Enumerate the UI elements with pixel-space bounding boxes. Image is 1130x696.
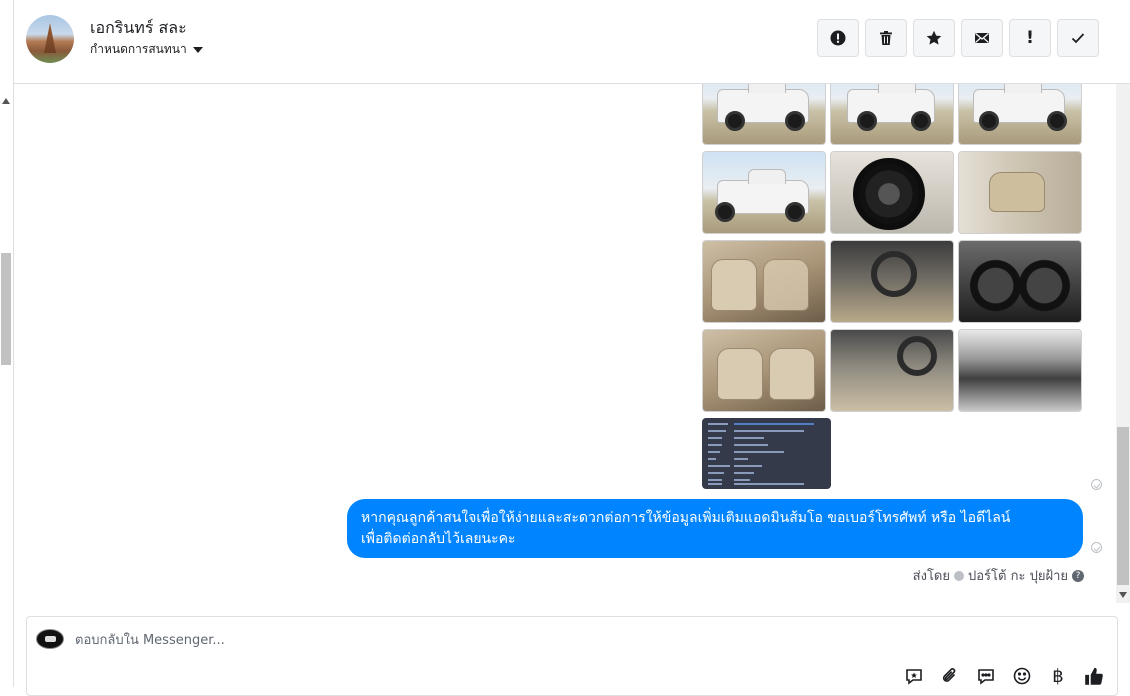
- reply-input[interactable]: [75, 629, 675, 651]
- sent-by-info: ส่งโดย ปอร์โต้ กะ ปุยฝ้าย ?: [913, 565, 1084, 586]
- contact-name[interactable]: เอกรินทร์ สละ: [90, 16, 187, 41]
- payment-button[interactable]: ฿: [1047, 665, 1069, 687]
- scrollbar-thumb[interactable]: [1, 253, 11, 365]
- exclamation-icon: !: [1026, 28, 1034, 48]
- car-photo[interactable]: [830, 329, 954, 412]
- scroll-down-arrow-icon[interactable]: [1119, 592, 1127, 598]
- conversation-header: เอกรินทร์ สละ กำหนดการสนทนา !: [14, 0, 1130, 84]
- sent-by-agent[interactable]: ปอร์โต้ กะ ปุยฝ้าย: [968, 565, 1068, 586]
- page-badge-icon: [954, 570, 964, 581]
- like-button[interactable]: [1083, 665, 1105, 687]
- left-panel-scrollbar[interactable]: [0, 0, 14, 687]
- chat-bubble-icon: [978, 669, 994, 685]
- car-photo[interactable]: [830, 240, 954, 323]
- attachment-icon: [942, 668, 956, 682]
- car-photo[interactable]: [702, 151, 826, 234]
- car-photo[interactable]: [958, 84, 1082, 145]
- car-photo[interactable]: [702, 240, 826, 323]
- mark-unread-button[interactable]: [961, 19, 1003, 57]
- star-icon: [926, 30, 942, 45]
- thread-scrollbar[interactable]: [1116, 84, 1130, 603]
- trash-icon: [880, 31, 892, 45]
- message-text-line: เพื่อติดต่อกลับไว้เลยนะคะ: [361, 531, 516, 547]
- mark-important-button[interactable]: [817, 19, 859, 57]
- flag-spam-button[interactable]: !: [1009, 19, 1051, 57]
- header-actions: !: [817, 19, 1099, 57]
- caret-down-icon: [192, 46, 203, 53]
- car-photo[interactable]: [702, 84, 826, 145]
- saved-replies-button[interactable]: [903, 665, 925, 687]
- mark-done-button[interactable]: [1057, 19, 1099, 57]
- help-icon[interactable]: ?: [1072, 569, 1084, 582]
- scrollbar-thumb[interactable]: [1117, 427, 1129, 585]
- message-text-line: หากคุณลูกค้าสนใจเพื่อให้ง่ายและสะดวกต่อก…: [361, 510, 1011, 526]
- baht-icon: ฿: [1052, 665, 1064, 687]
- car-photo[interactable]: [830, 151, 954, 234]
- reply-composer: ฿: [26, 616, 1118, 696]
- seen-check-icon: [1091, 542, 1102, 553]
- car-photo[interactable]: [958, 329, 1082, 412]
- car-photo[interactable]: [958, 151, 1082, 234]
- car-photo[interactable]: [830, 84, 954, 145]
- star-button[interactable]: [913, 19, 955, 57]
- spec-sheet-image[interactable]: [702, 418, 831, 489]
- quick-replies-button[interactable]: [975, 665, 997, 687]
- exclamation-circle-icon: [830, 30, 846, 46]
- composer-tools: ฿: [903, 665, 1105, 687]
- scroll-up-arrow-icon[interactable]: [2, 98, 10, 104]
- emoji-icon: [1013, 667, 1031, 685]
- page-logo: [36, 629, 64, 649]
- attach-file-button[interactable]: [939, 665, 961, 687]
- car-photo[interactable]: [958, 240, 1082, 323]
- seen-check-icon: [1091, 479, 1102, 490]
- thumbs-up-icon: [1085, 667, 1103, 685]
- avatar[interactable]: [26, 15, 74, 63]
- car-photo[interactable]: [702, 329, 826, 412]
- sent-by-prefix: ส่งโดย: [912, 569, 950, 584]
- conversation-label-dropdown[interactable]: กำหนดการสนทนา: [90, 40, 203, 59]
- check-icon: [1071, 33, 1085, 44]
- delete-button[interactable]: [865, 19, 907, 57]
- envelope-icon: [975, 32, 989, 43]
- message-thread: หากคุณลูกค้าสนใจเพื่อให้ง่ายและสะดวกต่อก…: [14, 84, 1116, 603]
- conversation-label-text: กำหนดการสนทนา: [90, 42, 187, 56]
- emoji-button[interactable]: [1011, 665, 1033, 687]
- saved-reply-icon: [906, 669, 922, 685]
- message-bubble[interactable]: หากคุณลูกค้าสนใจเพื่อให้ง่ายและสะดวกต่อก…: [347, 499, 1083, 558]
